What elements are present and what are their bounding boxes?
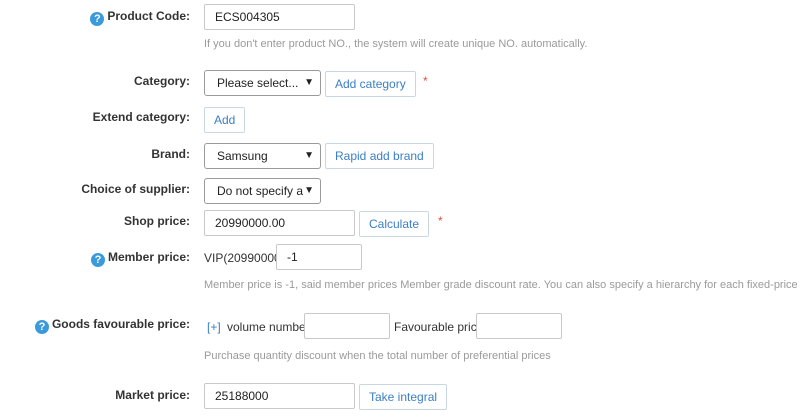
product-code-label: ? Product Code: (90, 9, 190, 26)
brand-select[interactable]: Samsung ▼ (204, 143, 321, 169)
add-extend-category-button[interactable]: Add (204, 107, 246, 133)
member-price-hint: Member price is -1, said member prices M… (204, 279, 798, 291)
supplier-label: Choice of supplier: (81, 182, 190, 196)
chevron-down-icon: ▼ (304, 150, 314, 161)
volume-number-label: volume number (227, 320, 310, 334)
category-select-value: Please select... (217, 76, 299, 90)
shop-price-label: Shop price: (123, 214, 190, 228)
brand-select-value: Samsung (217, 149, 268, 163)
member-price-input[interactable] (276, 244, 362, 270)
supplier-select[interactable]: Do not specify a ▼ (204, 178, 321, 204)
market-price-label: Market price: (115, 388, 190, 402)
favourable-price-label-text: Goods favourable price: (51, 317, 190, 331)
favourable-price-label: ? Goods favourable price: (34, 317, 190, 334)
help-icon[interactable]: ? (90, 12, 105, 26)
product-code-input[interactable] (204, 4, 355, 30)
category-label: Category: (133, 74, 190, 88)
add-favourable-row-link[interactable]: [+] (207, 320, 221, 334)
take-integral-button[interactable]: Take integral (359, 384, 448, 410)
brand-label: Brand: (151, 147, 190, 161)
product-code-hint: If you don't enter product NO., the syst… (204, 38, 588, 50)
product-code-label-text: Product Code: (107, 9, 190, 23)
chevron-down-icon: ▼ (304, 185, 314, 196)
member-price-label-text: Member price: (107, 250, 190, 264)
volume-number-input[interactable] (304, 313, 390, 339)
rapid-add-brand-button[interactable]: Rapid add brand (325, 143, 434, 169)
help-icon[interactable]: ? (90, 253, 105, 267)
chevron-down-icon: ▼ (304, 77, 314, 88)
required-marker: * (423, 74, 428, 88)
vip-price-label: VIP(20990000) (204, 251, 285, 265)
required-marker: * (438, 214, 443, 228)
favourable-price-field-label: Favourable price (394, 320, 484, 334)
member-price-label: ? Member price: (90, 250, 190, 267)
favourable-price-hint: Purchase quantity discount when the tota… (204, 350, 551, 362)
add-category-button[interactable]: Add category (325, 71, 416, 97)
extend-category-label: Extend category: (92, 110, 190, 124)
market-price-input[interactable] (204, 383, 355, 409)
favourable-price-input[interactable] (476, 313, 562, 339)
calculate-button[interactable]: Calculate (359, 211, 430, 237)
shop-price-input[interactable] (204, 210, 355, 236)
category-select[interactable]: Please select... ▼ (204, 70, 321, 96)
help-icon[interactable]: ? (34, 320, 49, 334)
supplier-select-value: Do not specify a (217, 184, 304, 198)
